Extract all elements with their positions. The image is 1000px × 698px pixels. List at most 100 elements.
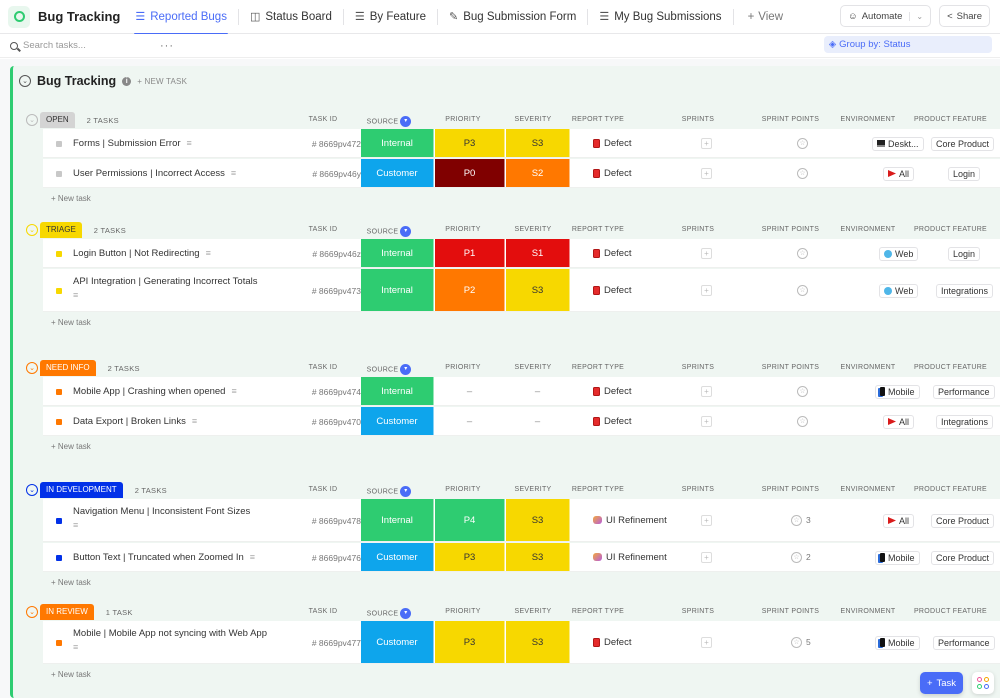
tab-reported-bugs[interactable]: ☰ Reported Bugs (130, 0, 232, 35)
column-header[interactable]: REPORT TYPE (563, 116, 633, 123)
collapse-group-icon[interactable]: ⌄ (26, 362, 38, 374)
apps-icon[interactable] (972, 672, 994, 694)
column-header[interactable]: SPRINTS (673, 116, 723, 123)
task-name[interactable]: Login Button | Not Redirecting ≡ (73, 248, 211, 259)
column-header[interactable]: SPRINT POINTS (753, 364, 828, 371)
chevron-down-icon[interactable]: ⌄ (909, 11, 923, 21)
source-cell[interactable]: Customer (361, 621, 434, 663)
add-sprint-button[interactable]: + (701, 551, 712, 563)
priority-cell[interactable]: P4 (435, 499, 505, 541)
more-options-icon[interactable]: ··· (160, 40, 174, 52)
collapse-list-icon[interactable]: ⌄ (19, 75, 31, 87)
column-header[interactable]: SPRINTS (673, 608, 723, 615)
product-feature-tag[interactable]: Performance (933, 384, 995, 399)
column-header[interactable]: ENVIRONMENT (833, 608, 903, 615)
report-type[interactable]: Defect (593, 386, 631, 397)
product-feature-tag[interactable]: Core Product (931, 136, 995, 151)
search-input[interactable]: Search tasks... (10, 40, 160, 51)
new-task-link[interactable]: + New task (51, 578, 91, 587)
group-by-button[interactable]: ◈ Group by: Status (823, 36, 992, 53)
new-task-link[interactable]: + New task (51, 442, 91, 451)
column-header[interactable]: PRIORITY (433, 226, 493, 233)
column-header[interactable]: SEVERITY (503, 608, 563, 615)
severity-cell[interactable]: S3 (506, 269, 570, 311)
report-type[interactable]: UI Refinement (593, 515, 667, 526)
priority-cell[interactable]: P1 (435, 239, 505, 267)
sprint-points[interactable]: ☆ 3 (791, 514, 811, 526)
column-header[interactable]: REPORT TYPE (563, 226, 633, 233)
task-name[interactable]: Data Export | Broken Links ≡ (73, 416, 197, 427)
column-header[interactable]: SOURCE ▾ (358, 486, 420, 497)
source-cell[interactable]: Internal (361, 129, 434, 157)
report-type[interactable]: Defect (593, 637, 631, 648)
status-badge[interactable]: TRIAGE (40, 222, 82, 238)
severity-cell[interactable]: – (506, 377, 570, 405)
sprint-points[interactable]: ☆ (797, 137, 808, 149)
column-header[interactable]: PRIORITY (433, 116, 493, 123)
column-header[interactable]: SEVERITY (503, 226, 563, 233)
source-cell[interactable]: Internal (361, 269, 434, 311)
tab-by-feature[interactable]: ☰ By Feature (350, 0, 431, 34)
column-header[interactable]: PRODUCT FEATURE (908, 608, 993, 615)
column-header[interactable]: REPORT TYPE (563, 608, 633, 615)
priority-cell[interactable]: P3 (435, 621, 505, 663)
column-header[interactable]: ENVIRONMENT (833, 486, 903, 493)
severity-cell[interactable]: S3 (506, 621, 570, 663)
column-header[interactable]: ENVIRONMENT (833, 226, 903, 233)
column-header[interactable]: SPRINT POINTS (753, 608, 828, 615)
report-type[interactable]: UI Refinement (593, 552, 667, 563)
collapse-group-icon[interactable]: ⌄ (26, 484, 38, 496)
report-type[interactable]: Defect (593, 138, 631, 149)
product-feature-tag[interactable]: Login (948, 166, 981, 181)
status-square-icon[interactable] (56, 170, 62, 177)
task-row[interactable]: User Permissions | Incorrect Access ≡ # 86… (43, 159, 1000, 188)
automate-button[interactable]: ☺ Automate ⌄ (840, 5, 932, 27)
status-square-icon[interactable] (56, 140, 62, 147)
source-cell[interactable]: Internal (361, 499, 434, 541)
report-type[interactable]: Defect (593, 285, 631, 296)
status-square-icon[interactable] (56, 418, 62, 425)
new-task-link[interactable]: + New task (51, 670, 91, 679)
task-name[interactable]: Navigation Menu | Inconsistent Font Size… (73, 506, 250, 530)
task-name[interactable]: Mobile | Mobile App not syncing with Web… (73, 628, 267, 652)
add-task-button[interactable]: + Task (920, 672, 963, 694)
tab-bug-submission-form[interactable]: ✎ Bug Submission Form (444, 0, 581, 34)
column-header[interactable]: SEVERITY (503, 116, 563, 123)
tab-status-board[interactable]: ◫ Status Board (245, 0, 337, 34)
add-sprint-button[interactable]: + (701, 415, 712, 427)
column-header[interactable]: SPRINT POINTS (753, 226, 828, 233)
sprint-points[interactable]: ☆ 2 (791, 551, 811, 563)
column-header[interactable]: PRODUCT FEATURE (908, 364, 993, 371)
column-header[interactable]: TASK ID (298, 486, 348, 493)
source-cell[interactable]: Customer (361, 407, 434, 435)
source-cell[interactable]: Customer (361, 159, 434, 187)
environment-tag[interactable]: Web (879, 246, 919, 261)
status-badge[interactable]: OPEN (40, 112, 75, 128)
sort-dropdown-icon[interactable]: ▾ (400, 486, 412, 497)
add-sprint-button[interactable]: + (701, 284, 712, 296)
add-sprint-button[interactable]: + (701, 247, 712, 259)
product-feature-tag[interactable]: Core Product (931, 550, 995, 565)
task-name[interactable]: Button Text | Truncated when Zoomed In ≡ (73, 552, 255, 563)
environment-tag[interactable]: Web (879, 283, 919, 298)
status-square-icon[interactable] (56, 517, 62, 524)
task-row[interactable]: Mobile | Mobile App not syncing with Web… (43, 621, 1000, 664)
add-sprint-button[interactable]: + (701, 167, 712, 179)
report-type[interactable]: Defect (593, 168, 631, 179)
environment-tag[interactable]: Mobile (875, 384, 920, 399)
column-header[interactable]: SOURCE ▾ (358, 116, 420, 127)
column-header[interactable]: PRIORITY (433, 608, 493, 615)
column-header[interactable]: SEVERITY (503, 364, 563, 371)
severity-cell[interactable]: S3 (506, 543, 570, 571)
environment-tag[interactable]: Deskt... (872, 136, 924, 151)
column-header[interactable]: ENVIRONMENT (833, 116, 903, 123)
collapse-group-icon[interactable]: ⌄ (26, 224, 38, 236)
status-square-icon[interactable] (56, 250, 62, 257)
column-header[interactable]: PRIORITY (433, 364, 493, 371)
product-feature-tag[interactable]: Core Product (931, 513, 995, 528)
collapse-group-icon[interactable]: ⌄ (26, 114, 38, 126)
environment-tag[interactable]: Mobile (875, 550, 920, 565)
sprint-points[interactable]: ☆ (797, 385, 808, 397)
column-header[interactable]: SPRINT POINTS (753, 116, 828, 123)
product-feature-tag[interactable]: Integrations (936, 283, 994, 298)
